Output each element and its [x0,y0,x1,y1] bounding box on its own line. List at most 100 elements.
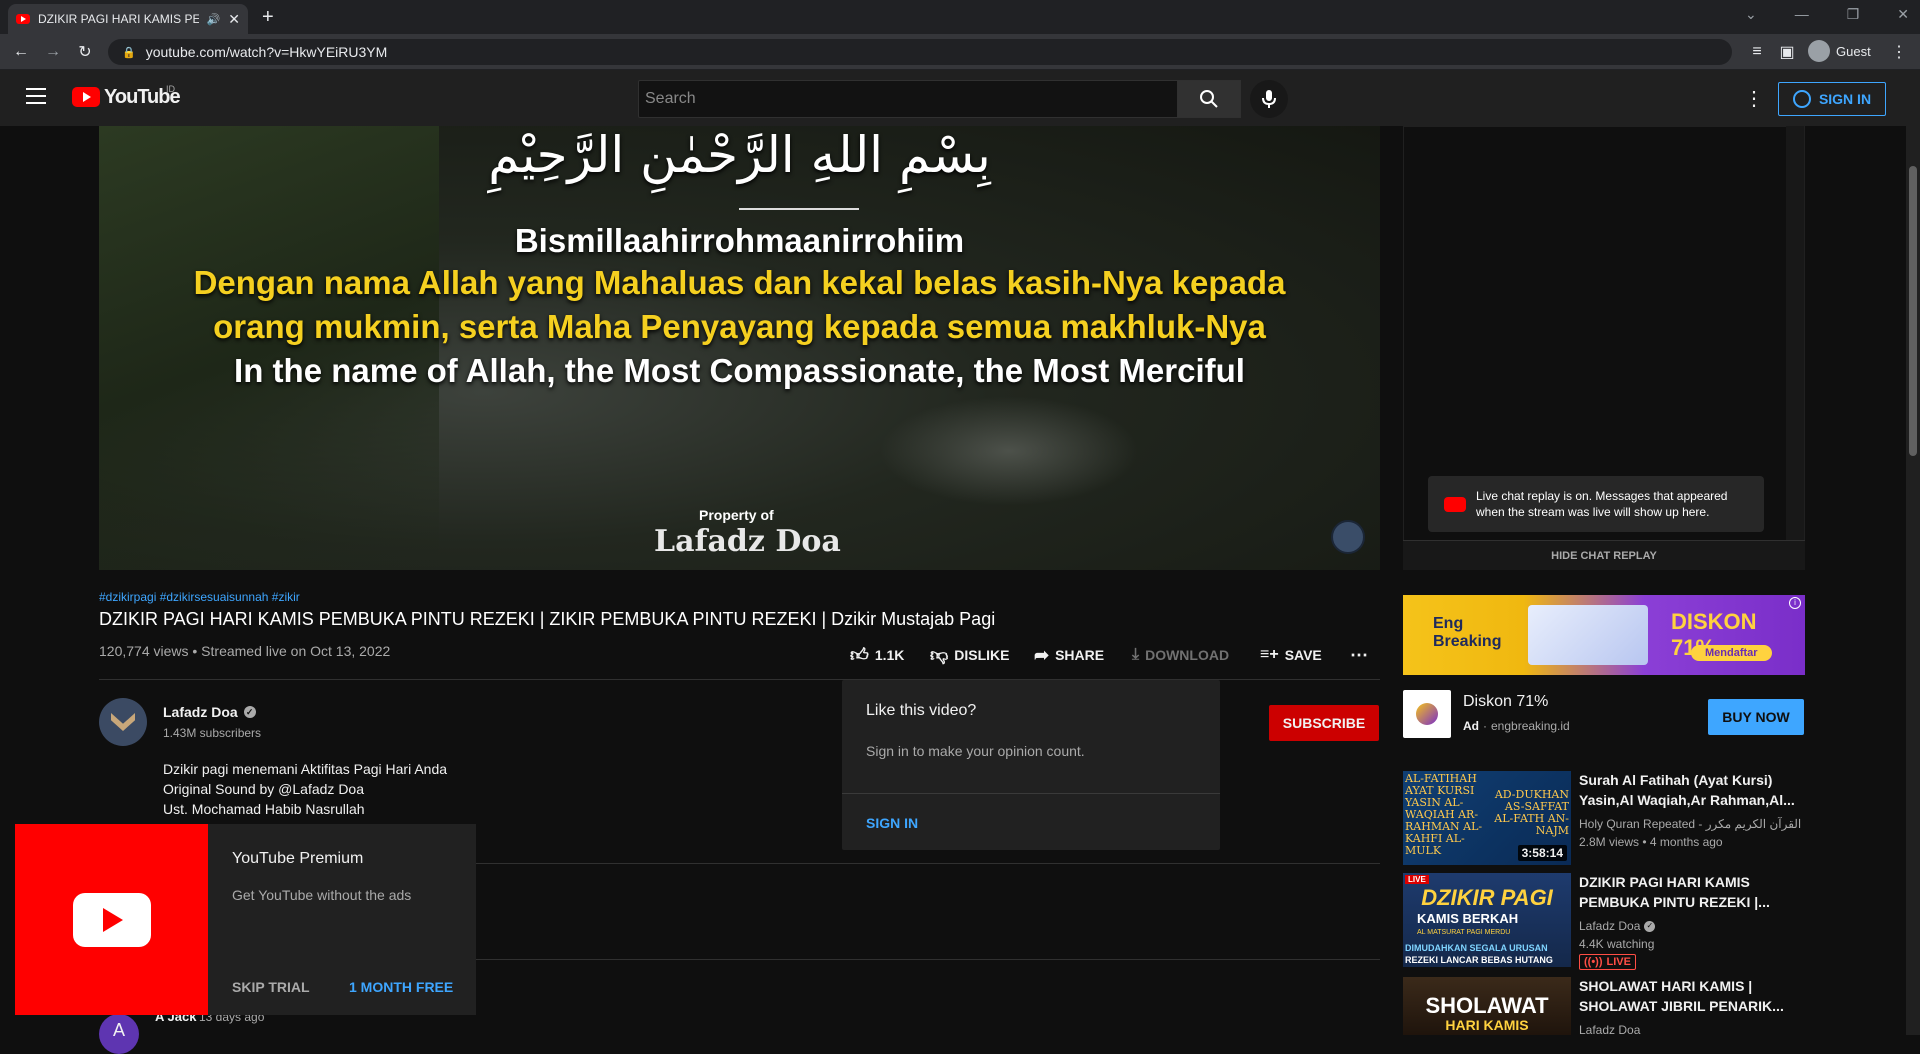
lock-icon: 🔒 [122,46,136,59]
browser-tab[interactable]: DZIKIR PAGI HARI KAMIS PEMBUKA PINTU REZ… [8,4,248,34]
skip-trial-button[interactable]: SKIP TRIAL [232,979,310,995]
speaker-icon: 🔊 [206,13,221,26]
recommendation-thumbnail[interactable]: AL-FATIHAH AYAT KURSI YASIN AL-WAQIAH AR… [1403,771,1571,865]
search-input[interactable]: Search [638,80,1178,118]
sign-in-label: SIGN IN [1818,91,1872,107]
ad-meta: Ad · engbreaking.id [1463,719,1570,733]
hide-chat-replay-button[interactable]: HIDE CHAT REPLAY [1403,540,1805,570]
recommendation-thumbnail[interactable]: SHOLAWAT HARI KAMIS [1403,977,1571,1035]
watermark-big: Lafadz Doa [654,524,841,559]
premium-body: Get YouTube without the ads [232,887,412,903]
video-player[interactable]: بِسْمِ اللهِ الرَّحْمٰنِ الرَّحِيْمِ Bis… [99,126,1380,570]
one-month-free-button[interactable]: 1 MONTH FREE [349,979,453,995]
thumbs-down-icon: 👎︎ [930,645,949,665]
thumb-line4: DIMUDAHKAN SEGALA URUSAN [1405,943,1548,953]
save-button[interactable]: ≡+ SAVE [1260,644,1322,666]
tab-search-icon[interactable]: ⌄ [1745,6,1757,23]
recommendation-title[interactable]: Surah Al Fatihah (Ayat Kursi) Yasin,Al W… [1579,770,1799,810]
tab-close-icon[interactable]: ✕ [228,11,240,28]
divider [476,959,1380,960]
search-button[interactable] [1177,80,1241,118]
url-text: youtube.com/watch?v=HkwYEiRU3YM [145,44,388,60]
comment-avatar[interactable]: A [99,1014,139,1054]
ad-advertiser-logo[interactable] [1403,690,1451,738]
voice-search-button[interactable] [1250,80,1288,118]
ad-banner-cta[interactable]: Mendaftar [1691,645,1772,661]
caption-ornament [739,208,859,210]
dislike-button[interactable]: 👎︎ DISLIKE [930,644,1010,666]
browser-tab-bar [0,0,1920,34]
subscribe-label: SUBSCRIBE [1282,715,1366,731]
ad-info-icon[interactable]: i [1789,597,1801,609]
page-scrollbar[interactable] [1906,126,1920,1035]
recommendation-channel[interactable]: Lafadz Doa [1579,1021,1640,1039]
live-broadcast-icon: ((•)) [1584,956,1603,968]
browser-menu-icon[interactable]: ⋮ [1886,39,1912,65]
thumb-line3: AL MATSURAT PAGI MERDU [1417,929,1511,936]
playlist-add-icon: ≡+ [1260,646,1279,663]
forward-icon[interactable]: → [40,39,66,65]
like-popup-title: Like this video? [866,702,977,719]
hashtags[interactable]: #dzikirpagi #dzikirsesuaisunnah #zikir [99,590,300,604]
recommendation-title[interactable]: SHOLAWAT HARI KAMIS | SHOLAWAT JIBRIL PE… [1579,976,1789,1016]
recommendation-title[interactable]: DZIKIR PAGI HARI KAMIS PEMBUKA PINTU REZ… [1579,872,1789,912]
indonesian-caption-line2: orang mukmin, serta Maha Penyayang kepad… [213,308,1266,345]
settings-menu-icon[interactable]: ⋮ [1744,86,1764,111]
ad-banner-devices [1528,605,1648,665]
like-button[interactable]: 👍︎ 1.1K [850,644,904,666]
ad-title[interactable]: Diskon 71% [1463,693,1548,711]
like-count: 1.1K [874,647,905,663]
youtube-logo-icon[interactable] [72,87,100,107]
subscribe-button[interactable]: SUBSCRIBE [1269,705,1379,741]
new-tab-button[interactable]: + [262,6,274,29]
recommendation-channel[interactable]: Holy Quran Repeated - القرآن الكريم مكرر [1579,815,1801,833]
chat-scrollbar[interactable] [1786,126,1804,540]
channel-name-text: Lafadz Doa [163,704,238,720]
description-line: Dzikir pagi menemani Aktifitas Pagi Hari… [163,761,448,777]
profile-avatar-icon [1808,40,1830,62]
hamburger-menu-icon[interactable] [26,88,46,104]
more-actions-icon[interactable]: ⋯ [1350,644,1368,666]
video-title: DZIKIR PAGI HARI KAMIS PEMBUKA PINTU REZ… [99,609,996,629]
subscriber-count: 1.43M subscribers [163,726,262,740]
reload-icon[interactable]: ↻ [72,39,98,65]
thumb-line2: HARI KAMIS [1445,1017,1529,1033]
media-control-icon[interactable]: ≡ [1744,39,1770,65]
download-button[interactable]: ⤓ DOWNLOAD [1132,644,1229,666]
video-landscape [99,126,439,570]
like-popup-body: Sign in to make your opinion count. [866,743,1085,759]
minimize-icon[interactable]: — [1795,6,1809,23]
thumb-line5: REZEKI LANCAR BEBAS HUTANG [1405,955,1553,965]
search-icon [1200,90,1218,108]
transliteration-caption: Bismillaahirrohmaanirrohiim [514,222,965,259]
ad-banner[interactable]: Eng Breaking DISKON 71% Mendaftar i [1403,595,1805,675]
channel-watermark-icon[interactable] [1331,520,1365,554]
comment-avatar-initial: A [112,1020,125,1040]
recommendation-channel[interactable]: Lafadz Doa ✓ [1579,917,1656,935]
back-icon[interactable]: ← [8,39,34,65]
share-label: SHARE [1055,647,1105,663]
restore-icon[interactable]: ❐ [1847,6,1860,23]
thumb-caption-left: AL-FATIHAH AYAT KURSI YASIN AL-WAQIAH AR… [1405,772,1483,857]
thumb-live-tag: LIVE [1405,875,1429,884]
share-button[interactable]: ➦ SHARE [1034,644,1104,666]
window-controls: ⌄ — ❐ ✕ [1745,6,1909,23]
buy-now-button[interactable]: BUY NOW [1708,699,1804,735]
youtube-favicon-icon [16,14,30,24]
recommendation-thumbnail[interactable]: LIVE DZIKIR PAGI KAMIS BERKAH AL MATSURA… [1403,873,1571,967]
address-bar[interactable]: 🔒 youtube.com/watch?v=HkwYEiRU3YM [108,39,1732,65]
verified-icon: ✓ [243,706,256,718]
live-badge: ((•)) LIVE [1579,954,1636,970]
like-popup-signin-button[interactable]: SIGN IN [866,815,918,831]
sign-in-button[interactable]: SIGN IN [1778,82,1886,116]
ad-domain: engbreaking.id [1491,719,1570,733]
profile-button[interactable]: Guest [1808,40,1871,62]
english-caption: In the name of Allah, the Most Compassio… [234,352,1245,389]
channel-name[interactable]: Lafadz Doa ✓ [163,704,256,720]
side-panel-icon[interactable]: ▣ [1774,39,1800,65]
channel-avatar[interactable] [99,698,147,746]
video-stats: 120,774 views • Streamed live on Oct 13,… [99,643,391,659]
close-window-icon[interactable]: ✕ [1897,6,1909,23]
thumb-caption-right: AD-DUKHAN AS-SAFFAT AL-FATH AN-NAJM [1494,788,1569,837]
page-scrollbar-thumb[interactable] [1909,166,1917,456]
